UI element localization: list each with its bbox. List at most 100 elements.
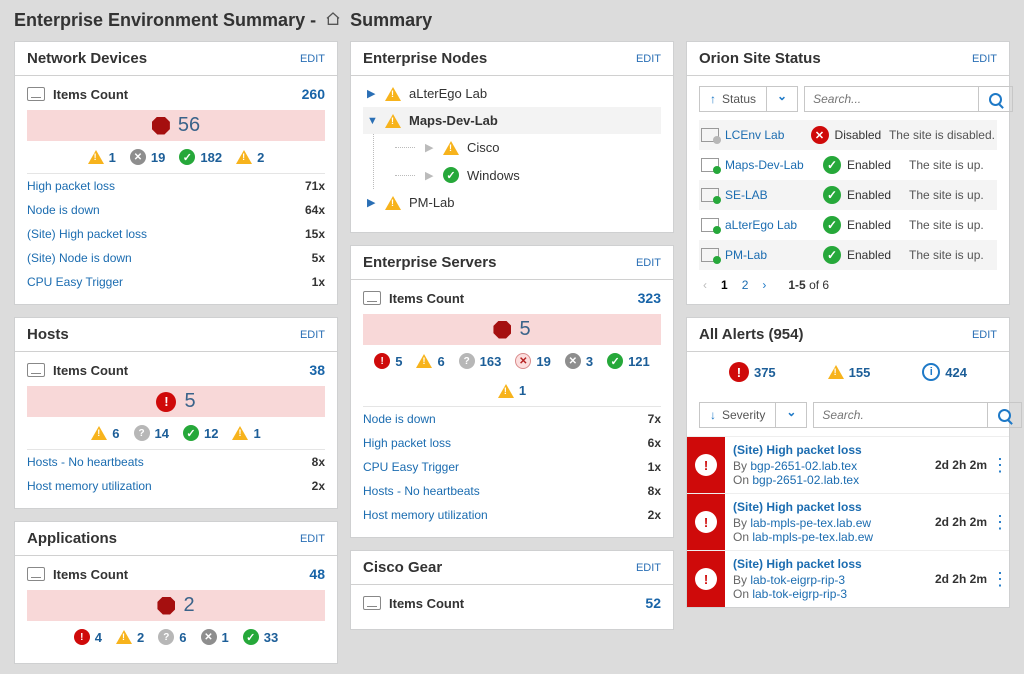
alert-on-link[interactable]: bgp-2651-02.lab.tex (752, 473, 859, 487)
search-button[interactable] (987, 403, 1021, 427)
pager-page[interactable]: 2 (742, 278, 749, 292)
site-row[interactable]: aLterEgo LabEnabledThe site is up. (699, 210, 997, 240)
event-link[interactable]: High packet loss (363, 436, 451, 450)
event-link[interactable]: High packet loss (27, 179, 115, 193)
status-stat[interactable]: 6 (91, 425, 119, 441)
event-link[interactable]: (Site) Node is down (27, 251, 132, 265)
collapse-icon[interactable]: ▼ (367, 115, 377, 127)
event-link[interactable]: Node is down (27, 203, 100, 217)
status-stat[interactable]: 12 (183, 425, 218, 441)
event-row[interactable]: High packet loss71x (27, 174, 325, 198)
status-stat[interactable]: 2 (236, 149, 264, 165)
expand-icon[interactable]: ▶ (425, 169, 435, 182)
event-link[interactable]: Host memory utilization (27, 479, 152, 493)
event-row[interactable]: High packet loss6x (363, 431, 661, 455)
items-count-value[interactable]: 260 (302, 86, 325, 102)
alert-row[interactable]: (Site) High packet lossBy lab-mpls-pe-te… (687, 493, 1009, 550)
event-row[interactable]: Host memory utilization2x (27, 474, 325, 498)
tree-node[interactable]: ▶aLterEgo Lab (363, 80, 661, 107)
site-name[interactable]: LCEnv Lab (725, 128, 805, 142)
search-button[interactable] (978, 87, 1012, 111)
alert-more-button[interactable]: ⋮ (991, 437, 1009, 493)
alert-row[interactable]: (Site) High packet lossBy bgp-2651-02.la… (687, 436, 1009, 493)
edit-button[interactable]: EDIT (636, 257, 661, 269)
items-count-value[interactable]: 52 (645, 595, 661, 611)
edit-button[interactable]: EDIT (300, 329, 325, 341)
event-row[interactable]: (Site) Node is down5x (27, 246, 325, 270)
items-count-value[interactable]: 38 (309, 362, 325, 378)
tree-node[interactable]: ▶PM-Lab (363, 189, 661, 216)
status-stat[interactable]: 182 (179, 149, 222, 165)
search-input[interactable] (805, 87, 978, 111)
status-stat[interactable]: 2 (116, 629, 144, 645)
event-row[interactable]: CPU Easy Trigger1x (27, 270, 325, 294)
status-stat[interactable]: 163 (459, 353, 502, 369)
items-count-value[interactable]: 323 (638, 290, 661, 306)
status-stat[interactable]: 6 (416, 353, 444, 369)
edit-button[interactable]: EDIT (972, 53, 997, 65)
event-row[interactable]: Hosts - No heartbeats8x (27, 450, 325, 474)
event-row[interactable]: Host memory utilization2x (363, 503, 661, 527)
event-row[interactable]: Hosts - No heartbeats8x (363, 479, 661, 503)
event-link[interactable]: Host memory utilization (363, 508, 488, 522)
event-link[interactable]: Hosts - No heartbeats (363, 484, 480, 498)
status-stat[interactable]: 4 (74, 629, 102, 645)
status-stat[interactable]: 1 (201, 629, 229, 645)
status-stat[interactable]: 19 (515, 353, 550, 369)
alert-by-link[interactable]: bgp-2651-02.lab.tex (750, 459, 857, 473)
status-stat[interactable]: 14 (134, 425, 169, 441)
hero-status[interactable]: 5 (363, 314, 661, 345)
tree-node[interactable]: ▼Maps-Dev-Lab (363, 107, 661, 134)
site-row[interactable]: PM-LabEnabledThe site is up. (699, 240, 997, 270)
status-stat[interactable]: 155 (828, 362, 871, 382)
alert-more-button[interactable]: ⋮ (991, 551, 1009, 607)
status-stat[interactable]: 424 (922, 362, 967, 382)
status-stat[interactable]: 375 (729, 362, 776, 382)
edit-button[interactable]: EDIT (300, 53, 325, 65)
alert-row[interactable]: (Site) High packet lossBy lab-tok-eigrp-… (687, 550, 1009, 607)
alert-title[interactable]: (Site) High packet loss (733, 443, 923, 457)
event-link[interactable]: CPU Easy Trigger (27, 275, 123, 289)
status-stat[interactable]: 3 (565, 353, 593, 369)
status-stat[interactable]: 6 (158, 629, 186, 645)
sort-control[interactable]: Severity (699, 402, 807, 428)
tree-node[interactable]: ▶Windows (391, 161, 661, 189)
alert-title[interactable]: (Site) High packet loss (733, 500, 923, 514)
status-stat[interactable]: 19 (130, 149, 165, 165)
event-row[interactable]: CPU Easy Trigger1x (363, 455, 661, 479)
items-count-value[interactable]: 48 (309, 566, 325, 582)
site-name[interactable]: Maps-Dev-Lab (725, 158, 817, 172)
tree-node[interactable]: ▶Cisco (391, 134, 661, 161)
hero-status[interactable]: 2 (27, 590, 325, 621)
site-row[interactable]: Maps-Dev-LabEnabledThe site is up. (699, 150, 997, 180)
hero-status[interactable]: 5 (27, 386, 325, 417)
site-row[interactable]: LCEnv LabDisabledThe site is disabled. (699, 120, 997, 150)
event-link[interactable]: Hosts - No heartbeats (27, 455, 144, 469)
status-stat[interactable]: 121 (607, 353, 650, 369)
status-stat[interactable]: 1 (232, 425, 260, 441)
pager-page[interactable]: 1 (721, 278, 728, 292)
search-input[interactable] (814, 403, 987, 427)
event-row[interactable]: (Site) High packet loss15x (27, 222, 325, 246)
site-name[interactable]: SE-LAB (725, 188, 817, 202)
alert-on-link[interactable]: lab-tok-eigrp-rip-3 (752, 587, 847, 601)
event-row[interactable]: Node is down7x (363, 407, 661, 431)
event-link[interactable]: Node is down (363, 412, 436, 426)
status-stat[interactable]: 33 (243, 629, 278, 645)
site-name[interactable]: aLterEgo Lab (725, 218, 817, 232)
status-stat[interactable]: 5 (374, 353, 402, 369)
status-stat[interactable]: 1 (498, 383, 526, 398)
hero-status[interactable]: 56 (27, 110, 325, 141)
site-row[interactable]: SE-LABEnabledThe site is up. (699, 180, 997, 210)
expand-icon[interactable]: ▶ (367, 196, 377, 209)
expand-icon[interactable]: ▶ (367, 87, 377, 100)
sort-control[interactable]: Status (699, 86, 798, 112)
edit-button[interactable]: EDIT (972, 329, 997, 341)
alert-more-button[interactable]: ⋮ (991, 494, 1009, 550)
alert-by-link[interactable]: lab-tok-eigrp-rip-3 (750, 573, 845, 587)
event-link[interactable]: CPU Easy Trigger (363, 460, 459, 474)
event-link[interactable]: (Site) High packet loss (27, 227, 147, 241)
alert-by-link[interactable]: lab-mpls-pe-tex.lab.ew (750, 516, 871, 530)
site-name[interactable]: PM-Lab (725, 248, 817, 262)
edit-button[interactable]: EDIT (300, 533, 325, 545)
